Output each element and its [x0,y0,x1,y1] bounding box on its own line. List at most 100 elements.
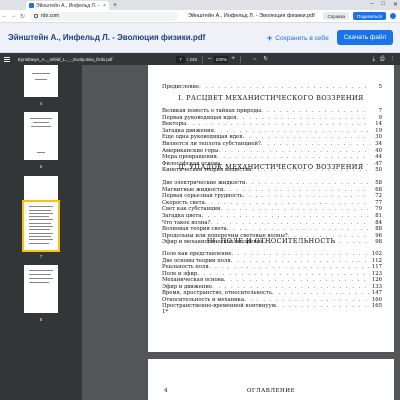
toc-entry[interactable]: Относительность и механика . . . . . . .… [162,297,382,303]
toc-entry[interactable]: Загадка движения . . . . . . . . . . . .… [162,128,382,134]
download-file-button[interactable]: Скачать файл [337,30,393,45]
toc-entry[interactable]: Поле как представление . . . . . . . . .… [162,251,382,257]
page-thumbnail[interactable] [24,65,58,97]
back-icon[interactable]: ← [0,13,9,19]
help-button[interactable]: Справка [323,12,350,20]
toc-entry[interactable]: Американские горы . . . . . . . . . . . … [162,148,382,154]
toc-entry-page: 81 [375,213,382,219]
page-number-input[interactable]: 7 [176,55,185,63]
toc-section-heading: II. УПАДОК МЕХАНИСТИЧЕСКОГО ВОЗЗРЕНИЯ [178,163,364,171]
share-button[interactable]: Поделиться [353,12,386,20]
toc-entry[interactable]: Эфир и движение . . . . . . . . . . . . … [162,284,382,290]
top-right-actions: Справка Поделиться [323,12,396,20]
thumbnail-sidebar: 4 5 6 7 [0,65,82,400]
toc-entry-title: Относительность и механика [162,296,245,303]
toc-entry[interactable]: Еще одна руководящая идея . . . . . . . … [162,134,382,140]
address-bar[interactable]: rdo.com [30,11,178,21]
plus-icon: + [267,32,273,43]
toc-entry-title: Скорость света [162,199,205,206]
tab-close-icon[interactable]: × [103,3,106,9]
app-header: Эйнштейн А., Инфельд Л. - Эволюция физик… [0,23,400,53]
toc-entry[interactable]: Великая повесть о тайнах природы . . . .… [162,108,382,114]
toc-entry[interactable]: Механическая основа . . . . . . . . . . … [162,277,382,283]
toc-leader-dots: . . . . . . . . . . . . . . . . . . . . … [245,180,370,186]
toc-leader-dots: . . . . . . . . . . . . . . . . . . . . … [226,226,370,233]
browser-tab[interactable]: Эйнштейн А., Инфельд Л. - Эв × [26,1,109,10]
toolbar-right-actions: ⤓ ⎙ ⋮ [373,56,395,63]
save-to-cloud-button[interactable]: + Сохранить в себе [262,31,334,45]
print-icon[interactable]: ⎙ [380,56,384,63]
maximize-icon[interactable]: □ [381,1,385,8]
toc-leader-dots: . . . . . . . . . . . . . . . . . . . . … [208,264,370,270]
toc-leader-dots: . . . . . . . . . . . . . . . . . . . . … [204,199,370,206]
toc-entry[interactable]: Поле и эфир . . . . . . . . . . . . . . … [162,271,382,277]
toc-entry-title: Свет как субстанция [162,206,221,213]
toc-entry[interactable]: Что такое волна? . . . . . . . . . . . .… [162,220,382,226]
toc-entry-title: Загадка цвета [162,213,202,219]
viewer-document-title: Эйнштейн А., Инфельд Л. - Эволюция физик… [188,13,315,19]
window-close-icon[interactable]: ✕ [393,1,398,8]
toc-entry[interactable]: Волновая теория света . . . . . . . . . … [162,226,382,232]
hamburger-menu-icon[interactable] [4,56,10,62]
toc-entry-page: 68 [375,186,382,193]
page-total: / 245 [187,56,198,62]
toc-entry-title: Эфир и движение [162,283,212,290]
toc-entry-title: Механическая основа [162,277,224,283]
pdf-page-next: 4 ОГЛАВЛЕНИЕ [148,359,394,400]
toc-leader-dots: . . . . . . . . . . . . . . . . . . . . … [220,206,370,213]
zoom-in-icon[interactable]: + [231,56,235,62]
toc-entry-page: 123 [371,270,382,277]
toc-leader-dots: . . . . . . . . . . . . . . . . . . . . … [216,154,370,161]
toc-entry[interactable]: Реальность поля . . . . . . . . . . . . … [162,264,382,270]
zoom-input[interactable]: 100% [214,55,229,63]
toc-entry[interactable]: Мера превращения . . . . . . . . . . . .… [162,154,382,160]
page-thumbnail[interactable] [24,112,58,160]
toc-entry[interactable]: Магнитные жидкости . . . . . . . . . . .… [162,187,382,193]
toc-leader-dots: . . . . . . . . . . . . . . . . . . . . … [244,296,370,303]
toc-entry-page: 19 [375,127,382,134]
toc-entry[interactable]: Векторы . . . . . . . . . . . . . . . . … [162,121,382,127]
toolbar-divider [202,55,204,63]
toc-entry[interactable]: Две электрические жидкости . . . . . . .… [162,180,382,186]
toc-entry[interactable]: Скорость света . . . . . . . . . . . . .… [162,200,382,206]
thumbnail-label: 7 [39,254,43,259]
toc-leader-dots: . . . . . . . . . . . . . . . . . . . . … [218,147,370,154]
profile-avatar[interactable] [390,13,396,19]
minimize-icon[interactable]: – [370,1,373,8]
forward-icon[interactable]: → [9,13,18,19]
save-to-cloud-label: Сохранить в себе [275,34,329,42]
toc-entry-page: 102 [371,251,382,257]
toc-preface-row[interactable]: Предисловие . . . . . . . . . . . . . . … [162,84,382,90]
more-options-icon[interactable]: ⋮ [390,56,396,63]
toc-entry[interactable]: Является ли теплота субстанцией? . . . .… [162,141,382,147]
toc-entry-title: Векторы [162,121,187,128]
lock-icon [34,14,38,18]
toc-entry-page: 88 [375,226,382,233]
new-tab-button[interactable]: + [113,1,117,10]
rotate-icon[interactable]: ↻ [263,56,268,62]
toc-leader-dots: . . . . . . . . . . . . . . . . . . . . … [231,251,370,257]
page-thumbnail-selected[interactable] [22,200,60,252]
fit-page-icon[interactable]: ⇔ [252,56,258,62]
toc-entry-title: Великая повесть о тайнах природы [162,108,262,114]
toc-leader-dots: . . . . . . . . . . . . . . . . . . . . … [242,193,370,200]
toc-entry[interactable]: Первая руководящая идея . . . . . . . . … [162,115,382,121]
toc-entry[interactable]: Первая серьезная трудность . . . . . . .… [162,193,382,199]
toc-entry[interactable]: Свет как субстанция . . . . . . . . . . … [162,206,382,212]
zoom-out-icon[interactable]: – [208,56,211,62]
toc-entry-page: 147 [371,290,382,296]
toc-entry[interactable]: Время, пространство, относительность . .… [162,290,382,296]
toc-entry-page: 7 [378,108,382,114]
toc-entry-page: 58 [375,180,382,186]
download-icon[interactable]: ⤓ [373,56,375,63]
toc-entry[interactable]: Загадка цвета . . . . . . . . . . . . . … [162,213,382,219]
toolbar-divider [239,55,241,63]
document-view[interactable]: Предисловие . . . . . . . . . . . . . . … [82,65,400,400]
toc-leader-dots: . . . . . . . . . . . . . . . . . . . . … [230,257,370,264]
toc-entry[interactable]: Две основы теории поля . . . . . . . . .… [162,258,382,264]
page-thumbnail[interactable] [24,265,58,313]
address-text: rdo.com [41,13,60,19]
reload-icon[interactable]: ↻ [18,13,27,20]
toc-entry[interactable]: Пространственно-временной континуум . . … [162,303,382,309]
toc-leader-dots: . . . . . . . . . . . . . . . . . . . . … [197,270,370,277]
